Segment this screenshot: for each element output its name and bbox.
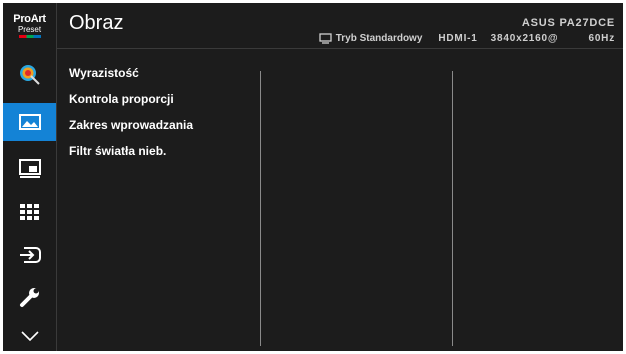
wrench-icon <box>19 288 39 307</box>
model-name: ASUS PA27DCE <box>521 17 615 29</box>
menu-item-aspect-control[interactable]: Kontrola proporcji <box>69 87 193 113</box>
image-icon <box>18 114 41 130</box>
column-divider-1 <box>260 71 261 346</box>
sidebar-item-pip-pbp[interactable] <box>3 150 56 188</box>
sidebar-item-color[interactable] <box>3 193 56 231</box>
preset-mode: Tryb Standardowy <box>335 33 423 44</box>
chevron-down-icon <box>20 331 39 341</box>
monitor-icon <box>319 33 332 44</box>
osd-window: ProArt Preset Obraz ASUS PA27DCE Tryb St… <box>3 3 623 351</box>
palette-icon <box>19 65 40 85</box>
page-title: Obraz <box>69 12 124 34</box>
column-divider-2 <box>452 71 453 346</box>
sidebar-item-image[interactable] <box>3 103 56 141</box>
sidebar-item-color-preset[interactable] <box>3 56 56 94</box>
resolution: 3840x2160@ <box>490 33 559 44</box>
sidebar-item-more[interactable] <box>3 321 56 351</box>
status-bar: Tryb Standardowy HDMI-1 3840x2160@ 60Hz <box>319 33 615 44</box>
input-source: HDMI-1 <box>438 33 478 44</box>
menu-item-blue-light-filter[interactable]: Filtr światła nieb. <box>69 139 193 165</box>
logo-line1: ProArt <box>13 12 46 25</box>
sidebar-item-system-setup[interactable] <box>3 278 56 316</box>
input-icon <box>19 247 41 263</box>
proart-preset-logo[interactable]: ProArt Preset <box>3 3 56 48</box>
logo-line2: Preset <box>17 24 42 34</box>
sidebar: ProArt Preset <box>3 3 57 351</box>
menu-item-sharpness[interactable]: Wyrazistość <box>69 61 193 87</box>
grid-icon <box>19 204 39 220</box>
refresh-rate: 60Hz <box>588 33 615 44</box>
logo-color-bar <box>18 34 41 38</box>
menu-list: Wyrazistość Kontrola proporcji Zakres wp… <box>69 61 193 165</box>
menu-content: Wyrazistość Kontrola proporcji Zakres wp… <box>57 49 623 351</box>
pip-icon <box>18 159 41 178</box>
sidebar-item-input-select[interactable] <box>3 236 56 274</box>
menu-item-input-range[interactable]: Zakres wprowadzania <box>69 113 193 139</box>
osd-header: Obraz ASUS PA27DCE Tryb Standardowy HDMI… <box>57 3 623 49</box>
